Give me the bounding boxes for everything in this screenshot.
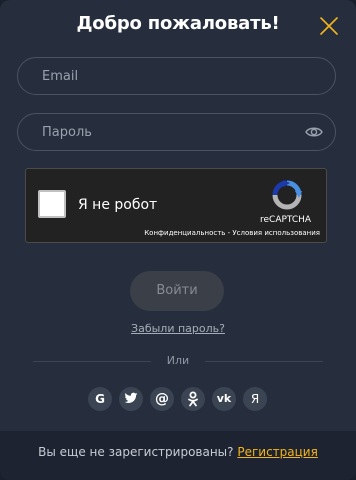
recaptcha-privacy-link[interactable]: Конфиденциальность xyxy=(144,229,225,237)
recaptcha-links: Конфиденциальность - Условия использован… xyxy=(144,229,320,237)
recaptcha-terms-link[interactable]: Условия использования xyxy=(232,229,320,237)
footer: Вы еще не зарегистрированы? Регистрация xyxy=(0,431,356,480)
footer-question: Вы еще не зарегистрированы? xyxy=(38,445,234,459)
register-link[interactable]: Регистрация xyxy=(237,445,317,459)
recaptcha-label: Я не робот xyxy=(78,197,158,213)
vk-icon[interactable]: vk xyxy=(212,387,236,411)
footer-text: Вы еще не зарегистрированы? Регистрация xyxy=(0,445,356,459)
close-icon[interactable] xyxy=(319,16,339,36)
login-button[interactable]: Войти xyxy=(130,271,224,311)
at-sign-icon[interactable]: @ xyxy=(150,387,174,411)
modal-title: Добро пожаловать! xyxy=(76,13,280,34)
password-field-wrapper xyxy=(17,113,336,151)
login-modal: Добро пожаловать! Я не робот xyxy=(0,0,356,480)
recaptcha-widget: Я не робот reCAPTCHA Конфиденциальность … xyxy=(25,168,327,243)
password-field[interactable] xyxy=(18,114,335,150)
email-field-wrapper xyxy=(17,57,336,95)
eye-icon[interactable] xyxy=(305,124,323,140)
social-login-row: G @ vk Я xyxy=(88,387,268,411)
recaptcha-brand: reCAPTCHA xyxy=(260,215,312,225)
forgot-password-link[interactable]: Забыли пароль? xyxy=(0,322,356,335)
twitter-icon[interactable] xyxy=(119,387,143,411)
recaptcha-logo-icon xyxy=(271,179,303,211)
odnoklassniki-icon[interactable] xyxy=(181,387,205,411)
email-field[interactable] xyxy=(18,58,335,94)
recaptcha-checkbox[interactable] xyxy=(38,190,66,218)
google-icon[interactable]: G xyxy=(88,387,112,411)
yandex-icon[interactable]: Я xyxy=(243,387,267,411)
divider-line-right xyxy=(205,361,323,362)
